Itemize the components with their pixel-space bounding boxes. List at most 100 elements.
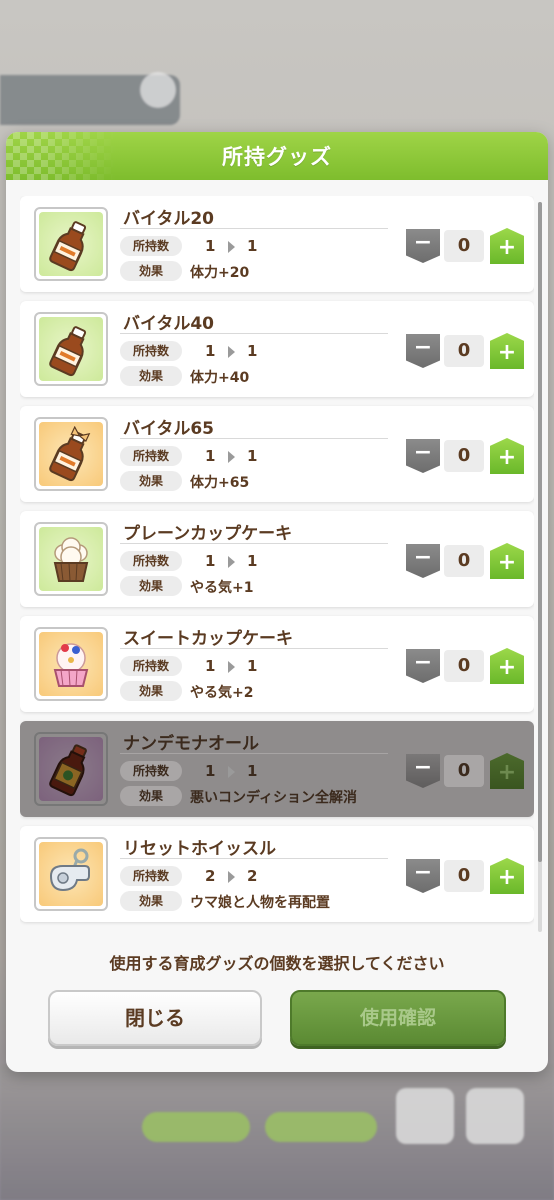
decrease-button[interactable]: −	[406, 544, 440, 578]
goods-icon-frame	[34, 312, 108, 386]
goods-item: ナンデモナオール 所持数 1 1 効果 悪いコンディション全解消 − 0 +	[20, 721, 534, 817]
owned-count-before: 1	[205, 447, 216, 465]
use-count: 0	[444, 545, 484, 577]
arrow-right-icon	[228, 241, 235, 253]
owned-label: 所持数	[120, 446, 182, 466]
decrease-button[interactable]: −	[406, 859, 440, 893]
arrow-right-icon	[228, 766, 235, 778]
increase-button[interactable]: +	[490, 228, 524, 264]
goods-item: プレーンカップケーキ 所持数 1 1 効果 やる気+1 − 0 +	[20, 511, 534, 607]
use-count: 0	[444, 650, 484, 682]
divider	[120, 438, 388, 439]
owned-label: 所持数	[120, 761, 182, 781]
goods-name: バイタル20	[123, 209, 214, 229]
owned-goods-dialog: 所持グッズ バイタル20 所持数 1 1 効果 体力+20 − 0 + バイタル…	[6, 132, 548, 1072]
divider	[120, 543, 388, 544]
dialog-title: 所持グッズ	[222, 145, 332, 169]
owned-count-after: 1	[247, 552, 258, 570]
increase-button[interactable]: +	[490, 648, 524, 684]
goods-item: リセットホイッスル 所持数 2 2 効果 ウマ娘と人物を再配置 − 0 +	[20, 826, 534, 922]
use-count: 0	[444, 860, 484, 892]
decrease-button[interactable]: −	[406, 334, 440, 368]
goods-icon-frame	[34, 732, 108, 806]
brown-bottle-icon	[39, 212, 103, 276]
instruction-text: 使用する育成グッズの個数を選択してください	[109, 954, 445, 973]
owned-label: 所持数	[120, 551, 182, 571]
goods-list[interactable]: バイタル20 所持数 1 1 効果 体力+20 − 0 + バイタル40 所持数…	[20, 196, 534, 936]
arrow-right-icon	[228, 556, 235, 568]
owned-count-after: 1	[247, 237, 258, 255]
goods-name: リセットホイッスル	[123, 839, 276, 859]
effect-label: 効果	[120, 471, 182, 491]
goods-icon-frame	[34, 207, 108, 281]
decrease-button[interactable]: −	[406, 649, 440, 683]
effect-label: 効果	[120, 366, 182, 386]
owned-count-before: 1	[205, 237, 216, 255]
goods-icon-frame	[34, 627, 108, 701]
effect-text: 悪いコンディション全解消	[190, 790, 358, 806]
owned-count-before: 1	[205, 552, 216, 570]
use-count: 0	[444, 335, 484, 367]
goods-icon-frame	[34, 417, 108, 491]
owned-count-after: 1	[247, 342, 258, 360]
divider	[120, 648, 388, 649]
decrease-button[interactable]: −	[406, 439, 440, 473]
increase-button[interactable]: +	[490, 438, 524, 474]
brown-bottle-ribbon-icon	[39, 422, 103, 486]
owned-label: 所持数	[120, 341, 182, 361]
goods-name: スイートカップケーキ	[123, 629, 293, 649]
owned-count-after: 1	[247, 447, 258, 465]
effect-text: ウマ娘と人物を再配置	[190, 895, 330, 911]
increase-button[interactable]: +	[490, 543, 524, 579]
scrollbar-thumb[interactable]	[538, 202, 542, 862]
owned-count-after: 1	[247, 657, 258, 675]
increase-button[interactable]: +	[490, 333, 524, 369]
close-button[interactable]: 閉じる	[48, 990, 262, 1046]
increase-button[interactable]: +	[490, 858, 524, 894]
owned-count-after: 2	[247, 867, 258, 885]
effect-text: 体力+20	[190, 265, 250, 281]
arrow-right-icon	[228, 451, 235, 463]
effect-label: 効果	[120, 681, 182, 701]
goods-icon-frame	[34, 837, 108, 911]
use-count: 0	[444, 230, 484, 262]
goods-item: バイタル20 所持数 1 1 効果 体力+20 − 0 +	[20, 196, 534, 292]
confirm-use-button[interactable]: 使用確認	[290, 990, 506, 1046]
owned-label: 所持数	[120, 236, 182, 256]
increase-button[interactable]: +	[490, 753, 524, 789]
owned-count-before: 1	[205, 657, 216, 675]
use-count: 0	[444, 755, 484, 787]
effect-text: 体力+65	[190, 475, 250, 491]
list-scrollbar[interactable]	[538, 202, 542, 932]
divider	[120, 228, 388, 229]
whistle-icon	[39, 842, 103, 906]
owned-count-before: 1	[205, 762, 216, 780]
goods-name: バイタル40	[123, 314, 214, 334]
header-pattern	[6, 132, 116, 180]
goods-item: バイタル65 所持数 1 1 効果 体力+65 − 0 +	[20, 406, 534, 502]
divider	[120, 753, 388, 754]
effect-text: やる気+2	[190, 685, 254, 701]
owned-count-after: 1	[247, 762, 258, 780]
effect-text: やる気+1	[190, 580, 254, 596]
effect-label: 効果	[120, 576, 182, 596]
divider	[120, 333, 388, 334]
goods-name: プレーンカップケーキ	[123, 524, 293, 544]
effect-label: 効果	[120, 786, 182, 806]
goods-name: ナンデモナオール	[123, 734, 259, 754]
goods-icon-frame	[34, 522, 108, 596]
use-count: 0	[444, 440, 484, 472]
sweet-cupcake-icon	[39, 632, 103, 696]
divider	[120, 858, 388, 859]
goods-item: バイタル40 所持数 1 1 効果 体力+40 − 0 +	[20, 301, 534, 397]
effect-text: 体力+40	[190, 370, 250, 386]
medicine-bottle-icon	[39, 737, 103, 801]
arrow-right-icon	[228, 346, 235, 358]
goods-item: スイートカップケーキ 所持数 1 1 効果 やる気+2 − 0 +	[20, 616, 534, 712]
arrow-right-icon	[228, 661, 235, 673]
effect-label: 効果	[120, 891, 182, 911]
arrow-right-icon	[228, 871, 235, 883]
decrease-button[interactable]: −	[406, 229, 440, 263]
decrease-button[interactable]: −	[406, 754, 440, 788]
goods-name: バイタル65	[123, 419, 214, 439]
